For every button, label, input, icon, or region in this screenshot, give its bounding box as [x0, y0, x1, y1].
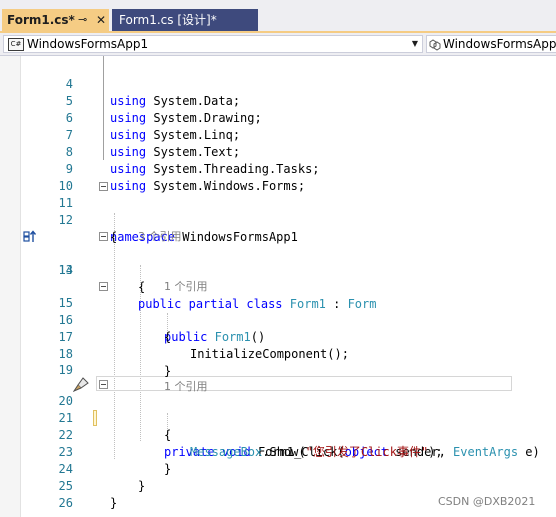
collapse-toggle-icon[interactable] [99, 232, 108, 241]
code-line: 26 [0, 478, 556, 510]
chevron-down-icon: ▼ [411, 39, 418, 48]
collapse-toggle-icon[interactable] [99, 282, 108, 291]
close-icon[interactable]: ✕ [96, 9, 106, 31]
tab-form1-design[interactable]: Form1.cs [设计]* [112, 9, 258, 31]
code-line: 12 { [0, 195, 556, 244]
type-dropdown-value: WindowsFormsApp1 [443, 37, 556, 51]
code-line: 21 { [0, 393, 556, 442]
watermark: CSDN @DXB2021 [438, 495, 536, 508]
code-line: 18 } [0, 329, 556, 378]
pin-icon[interactable]: ⊸ [78, 9, 87, 31]
line-number: 26 [58, 496, 73, 510]
code-line: 19 [0, 345, 556, 377]
project-dropdown[interactable]: C# WindowsFormsApp1 ▼ [3, 35, 423, 53]
collapse-toggle-icon[interactable] [99, 380, 108, 389]
collapse-toggle-icon[interactable] [99, 182, 108, 191]
implementation-icon[interactable] [23, 230, 37, 243]
code-line: 16 { [0, 295, 556, 344]
code-line: 6 using System.Linq; [0, 93, 556, 142]
tab-label: Form1.cs [设计]* [119, 13, 217, 27]
tab-label: Form1.cs* [7, 13, 75, 27]
code-line: 20 private void Form1_Click(object sende… [0, 376, 556, 459]
code-line: 15 public Form1() [0, 278, 556, 344]
code-editor[interactable]: 4 using System.Data; 5 using System.Draw… [0, 56, 556, 517]
reference-lens[interactable]: 3 个引用 [0, 211, 556, 243]
type-dropdown[interactable]: WindowsFormsApp1 [426, 35, 556, 53]
code-line: 22 MessageBox.Show("您引发了Click事件"); [0, 410, 556, 459]
reference-lens[interactable]: 1 个引用 [0, 261, 556, 293]
code-line: 14 { [0, 245, 556, 294]
code-line: 25 } [0, 461, 556, 510]
code-text: } [110, 496, 118, 510]
code-line: 9 using System.Windows.Forms; [0, 144, 556, 193]
code-line: 17 InitializeComponent(); [0, 312, 556, 361]
code-line: 13 public partial class Form1 : Form [0, 228, 556, 311]
tab-form1-cs[interactable]: Form1.cs* ⊸ ✕ [2, 9, 109, 31]
navigation-bar: C# WindowsFormsApp1 ▼ WindowsFormsApp1 [0, 33, 556, 56]
code-line: 24 } [0, 444, 556, 493]
project-dropdown-value: WindowsFormsApp1 [27, 37, 149, 51]
code-line: 11 namespace WindowsFormsApp1 [0, 178, 556, 244]
csharp-project-icon: C# [8, 38, 24, 51]
code-line: 7 using System.Text; [0, 110, 556, 159]
code-line: 10 [0, 161, 556, 193]
document-tab-strip: Form1.cs* ⊸ ✕ Form1.cs [设计]* [0, 0, 556, 33]
code-line: 23 } [0, 427, 556, 476]
code-line: 8 using System.Threading.Tasks; [0, 127, 556, 176]
code-line: 4 using System.Data; [0, 59, 556, 108]
namespace-icon [429, 38, 441, 51]
quick-actions-brush-icon[interactable] [73, 377, 89, 392]
code-line: 5 using System.Drawing; [0, 76, 556, 125]
